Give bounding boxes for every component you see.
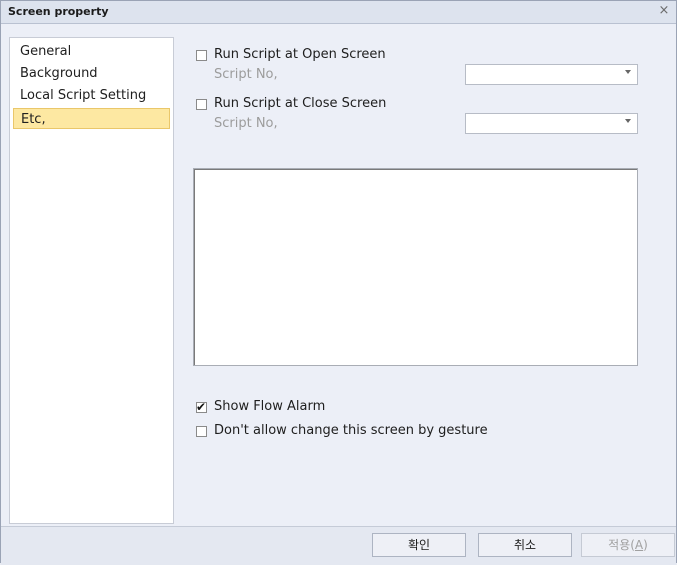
checkmark-icon: ✔ [196, 400, 207, 414]
apply-button-shortcut: A [634, 538, 644, 552]
script-no-open-select[interactable] [465, 64, 638, 85]
title-bar: Screen property × [1, 1, 676, 24]
button-bar: 확인 취소 적용(A) [1, 526, 676, 565]
chevron-down-icon [625, 70, 631, 74]
sidebar-item-local-script-setting[interactable]: Local Script Setting [13, 85, 170, 106]
show-flow-alarm-checkbox[interactable]: ✔ [196, 400, 207, 414]
screen-property-dialog: Screen property × General Background Loc… [0, 0, 677, 565]
script-text-area[interactable] [193, 168, 638, 366]
script-no-close-select[interactable] [465, 113, 638, 134]
run-script-open-label: Run Script at Open Screen [214, 47, 386, 62]
script-no-open-label: Script No, [214, 67, 278, 82]
sidebar-item-general[interactable]: General [13, 41, 170, 62]
category-list: General Background Local Script Setting … [9, 37, 174, 524]
chevron-down-icon [625, 119, 631, 123]
run-script-close-checkbox[interactable] [196, 99, 207, 110]
sidebar-item-etc[interactable]: Etc, [13, 108, 170, 129]
disallow-gesture-label: Don't allow change this screen by gestur… [214, 423, 488, 438]
cancel-button[interactable]: 취소 [478, 533, 572, 557]
apply-button-close: ) [643, 538, 648, 552]
show-flow-alarm-label: Show Flow Alarm [214, 399, 326, 414]
apply-button[interactable]: 적용(A) [581, 533, 675, 557]
close-icon[interactable]: × [657, 3, 671, 19]
run-script-close-label: Run Script at Close Screen [214, 96, 387, 111]
script-no-close-label: Script No, [214, 116, 278, 131]
apply-button-text: 적용( [608, 538, 635, 552]
run-script-open-checkbox[interactable] [196, 50, 207, 61]
sidebar-item-background[interactable]: Background [13, 63, 170, 84]
dialog-title: Screen property [8, 5, 109, 18]
ok-button[interactable]: 확인 [372, 533, 466, 557]
disallow-gesture-checkbox[interactable] [196, 426, 207, 437]
